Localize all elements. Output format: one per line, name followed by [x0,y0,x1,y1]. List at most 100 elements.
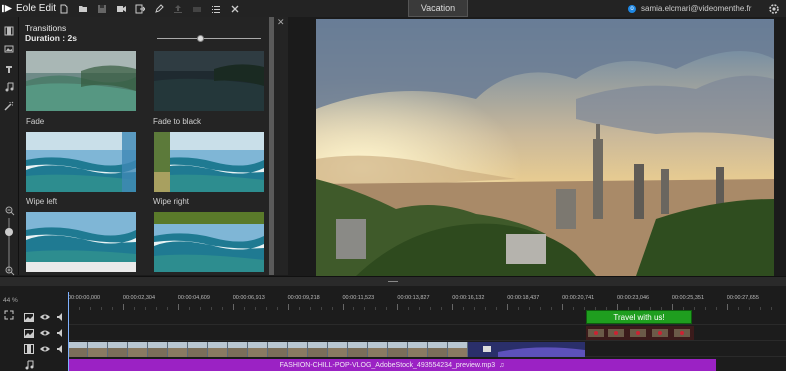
eye-icon[interactable] [40,344,50,354]
transition-thumbnail-fade[interactable] [26,132,136,192]
video-editor: Eole Edit Vacation o samia.elcmari@video… [0,0,786,371]
eye-icon[interactable] [40,312,50,322]
video-frame-sky [388,342,407,348]
timecode-label: 00:00:18,437 [507,295,540,301]
open-folder-icon[interactable] [73,0,92,17]
video-frame-ground [208,348,227,357]
film-icon[interactable] [3,25,15,37]
import-media-icon[interactable] [111,0,130,17]
video-frame-ground [348,348,367,357]
zoom-out-icon[interactable] [5,206,15,216]
video-frame-sky [228,342,247,348]
video-frame-ground [148,348,167,357]
close-icon[interactable] [225,0,244,17]
timeline-resize-handle[interactable] [0,276,786,286]
zoom-slider-knob[interactable] [5,228,13,236]
music-icon [24,360,34,370]
video-frame-ground [428,348,447,357]
fit-to-screen-icon[interactable] [4,310,14,320]
timecode-label: 00:00:04,609 [177,295,210,301]
video-frame-sky [248,342,267,348]
video-frame-ground [448,348,467,357]
video-frame-ground [228,348,247,357]
transition-thumbnail-fade-to-black[interactable] [154,132,264,192]
timecode-label: 00:00:27,655 [726,295,759,301]
video-frame-ground [268,348,287,357]
video-frame-sky [448,342,467,348]
timecode-label: 00:00:20,741 [562,295,595,301]
transition-label: Wipe right [153,197,190,206]
video-preview[interactable] [316,19,774,276]
video-frame-sky [148,342,167,348]
video-frame-sky [428,342,447,348]
transition-thumbnail-crossfade[interactable] [26,51,136,111]
list-icon[interactable] [206,0,225,17]
eye-icon[interactable] [40,328,50,338]
image-icon [24,328,34,338]
top-bar: Eole Edit Vacation o samia.elcmari@video… [0,0,786,17]
video-track-header [24,342,68,356]
video-frame-ground [308,348,327,357]
app-name: Eole Edit [16,3,57,14]
text-track-header [24,310,68,324]
text-icon[interactable] [3,63,15,75]
duration-slider[interactable] [157,35,261,42]
transition-thumbnail-wipe-left[interactable] [26,212,136,272]
export-icon[interactable] [130,0,149,17]
duration-slider-knob[interactable] [197,35,204,42]
video-frame-ground [108,348,127,357]
video-frame-sky [328,342,347,348]
speaker-icon[interactable] [56,344,66,354]
transition-thumbnail-dark[interactable] [154,51,264,111]
image-icon[interactable] [3,43,15,55]
timecode-label: 00:00:13,827 [397,295,430,301]
user-email: samia.elcmari@videomenthe.fr [641,4,752,13]
video-frame-ground [88,348,107,357]
video-frame-ground [128,348,147,357]
video-frame-sky [368,342,387,348]
video-clip[interactable] [68,342,585,357]
video-frame-ground [408,348,427,357]
duration-label: Duration : 2s [25,33,77,43]
audio-track-header [24,358,68,371]
music-icon: ♫ [499,361,505,369]
panel-scrollbar[interactable] [269,17,274,275]
timeline-ruler[interactable]: 00:00:00,000 00:00:02,304 00:00:04,609 00:0… [68,292,786,312]
text-clip[interactable]: Travel with us! [586,310,692,324]
speaker-icon[interactable] [56,312,66,322]
video-frame-ground [68,348,87,357]
panel-scrollbar-thumb[interactable] [269,17,274,275]
transition-thumbnail-wipe-right[interactable] [154,212,264,272]
video-frame-sky [308,342,327,348]
playhead[interactable] [68,292,69,371]
video-frame-sky [268,342,287,348]
video-frame-sky [88,342,107,348]
timecode-label: 00:00:06,913 [232,295,265,301]
transition-label: Fade to black [153,117,202,126]
user-badge-icon: o [628,4,636,13]
magic-wand-icon[interactable] [3,100,15,112]
video-frame-ground [248,348,267,357]
share-icon[interactable] [187,0,206,17]
video-frame-sky [128,342,147,348]
upload-icon[interactable] [168,0,187,17]
resize-grip-icon [388,281,398,282]
zoom-in-icon[interactable] [5,266,15,276]
timecode-label: 00:00:23,046 [617,295,650,301]
new-file-icon[interactable] [54,0,73,17]
transition-label: Fade [26,117,45,126]
image-clip[interactable] [586,326,694,340]
close-icon[interactable]: ✕ [277,17,285,28]
edit-icon[interactable] [149,0,168,17]
speaker-icon[interactable] [56,328,66,338]
image-track-header [24,326,68,340]
save-icon[interactable] [92,0,111,17]
user-account[interactable]: o samia.elcmari@videomenthe.fr [628,0,751,17]
gear-icon[interactable] [766,1,782,16]
project-title[interactable]: Vacation [408,0,468,17]
audio-clip[interactable]: FASHION-CHILL-POP-VLOG_AdobeStock_493554… [68,359,716,371]
zoom-slider[interactable] [5,218,13,268]
video-frame-ground [168,348,187,357]
timecode-label: 00:00:02,304 [122,295,156,301]
music-icon[interactable] [3,81,15,93]
